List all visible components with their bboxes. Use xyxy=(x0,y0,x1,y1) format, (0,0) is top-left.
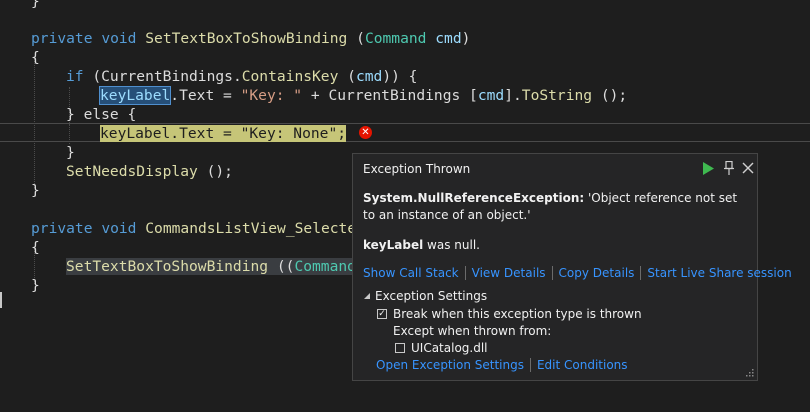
brace-line: } xyxy=(31,277,40,294)
exception-popup: Exception Thrown System.NullReferenceExc… xyxy=(352,153,792,381)
null-variable: keyLabel xyxy=(100,125,171,142)
string-literal: "Key: " xyxy=(240,87,303,104)
break-label: Break when this exception type is thrown xyxy=(393,307,642,321)
type-name: Command xyxy=(364,30,427,47)
open-exception-settings-link[interactable]: Open Exception Settings xyxy=(376,358,524,372)
divider xyxy=(464,266,466,280)
method-name: SetNeedsDisplay xyxy=(66,163,198,180)
keyword: void xyxy=(101,30,137,47)
method-name: ToString xyxy=(521,87,593,104)
settings-header-label: Exception Settings xyxy=(375,289,488,303)
module-checkbox[interactable] xyxy=(395,343,405,353)
else-line: } else { xyxy=(66,106,137,123)
method-name: ContainsKey xyxy=(241,68,339,85)
null-info: keyLabel was null. xyxy=(363,238,480,252)
brace-line: } xyxy=(66,144,75,161)
collapse-triangle-icon xyxy=(364,293,370,299)
break-when-thrown-row[interactable]: ✓ Break when this exception type is thro… xyxy=(377,307,642,321)
method-name: CommandsListView_Selecte xyxy=(145,220,357,237)
call-line: SetNeedsDisplay (); xyxy=(66,163,233,180)
keyword: private xyxy=(31,30,93,47)
keyword: if xyxy=(66,68,84,85)
method-signature-2: private void CommandsListView_Selecte xyxy=(31,219,356,238)
show-call-stack-link[interactable]: Show Call Stack xyxy=(363,266,459,280)
copy-details-link[interactable]: Copy Details xyxy=(559,266,635,280)
method-signature-1: private void SetTextBoxToShowBinding (Co… xyxy=(31,30,471,47)
break-checkbox[interactable]: ✓ xyxy=(377,309,387,319)
string-literal: "Key: None" xyxy=(240,125,338,142)
brace-line: { xyxy=(31,49,40,66)
null-variable-name: keyLabel xyxy=(363,238,424,252)
param-name: cmd xyxy=(435,30,462,47)
divider xyxy=(529,358,531,372)
margin-marker xyxy=(0,292,2,308)
keyword: private xyxy=(31,220,93,237)
keyword: void xyxy=(101,220,137,237)
code-line-0: } xyxy=(31,0,40,10)
highlighted-variable: keyLabel xyxy=(98,86,172,105)
except-label: Except when thrown from: xyxy=(393,324,552,338)
method-name: SetTextBoxToShowBinding xyxy=(66,258,269,275)
exception-type: System.NullReferenceException: xyxy=(363,191,585,205)
param-name: cmd xyxy=(355,68,383,85)
close-icon[interactable] xyxy=(739,159,757,177)
assign-line-1: keyLabel.Text = "Key: " + CurrentBinding… xyxy=(98,86,628,105)
resize-grip-icon[interactable] xyxy=(744,367,754,377)
brace-line: { xyxy=(31,239,40,256)
if-line: if (CurrentBindings.ContainsKey (cmd)) { xyxy=(66,68,418,85)
pin-icon[interactable] xyxy=(720,159,738,177)
error-icon[interactable]: ✕ xyxy=(359,126,372,139)
call-line-2: SetTextBoxToShowBinding ((Command xyxy=(66,258,356,275)
exception-settings-header[interactable]: Exception Settings xyxy=(363,289,487,303)
type-name: Command xyxy=(294,258,356,275)
live-share-link[interactable]: Start Live Share session xyxy=(647,266,791,280)
module-label: UICatalog.dll xyxy=(411,341,488,355)
module-row[interactable]: UICatalog.dll xyxy=(395,341,488,355)
divider xyxy=(551,266,553,280)
brace-line: } xyxy=(31,182,40,199)
exception-message: System.NullReferenceException: 'Object r… xyxy=(363,191,738,222)
edit-conditions-link[interactable]: Edit Conditions xyxy=(537,358,628,372)
bottom-links: Open Exception Settings Edit Conditions xyxy=(376,358,628,372)
view-details-link[interactable]: View Details xyxy=(472,266,546,280)
method-name: SetTextBoxToShowBinding xyxy=(145,30,348,47)
divider xyxy=(640,266,642,280)
action-links: Show Call Stack View Details Copy Detail… xyxy=(363,266,792,280)
popup-title: Exception Thrown xyxy=(363,162,471,176)
current-statement: keyLabel.Text = "Key: None"; xyxy=(100,125,347,142)
param-name: cmd xyxy=(477,87,505,104)
play-icon[interactable] xyxy=(699,159,717,177)
